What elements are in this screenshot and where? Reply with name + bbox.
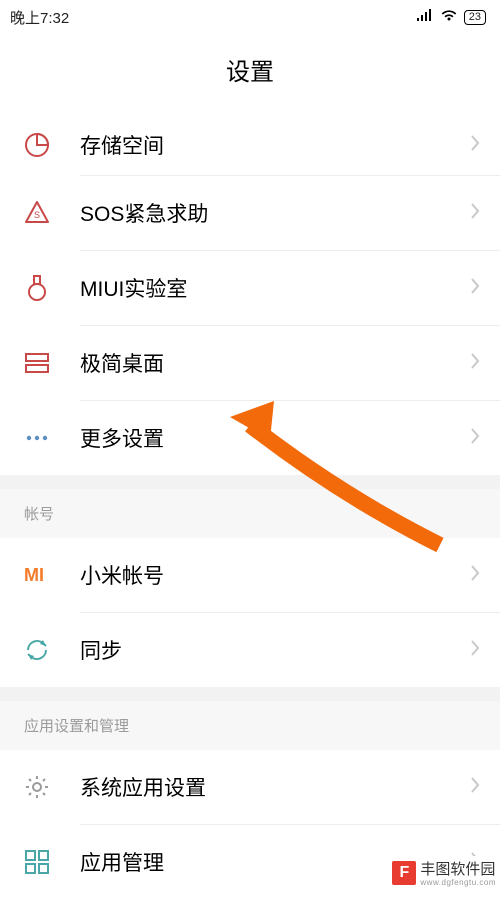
gear-icon [24, 774, 60, 800]
chevron-right-icon [470, 776, 480, 799]
svg-text:MI: MI [24, 565, 44, 585]
chevron-right-icon [470, 134, 480, 157]
section-header-appmgmt: 应用设置和管理 [0, 701, 500, 750]
item-sync[interactable]: 同步 [0, 613, 500, 687]
watermark: F 丰图软件园 www.dgfengtu.com [390, 856, 500, 889]
sos-icon: S [24, 200, 60, 226]
page-title: 设置 [0, 34, 500, 115]
chevron-right-icon [470, 639, 480, 662]
item-label: 存储空间 [60, 130, 470, 160]
simple-desktop-icon [24, 352, 60, 374]
signal-icon [416, 8, 434, 26]
item-label: MIUI实验室 [60, 273, 470, 303]
more-icon [24, 434, 60, 442]
item-label: 小米帐号 [60, 560, 470, 590]
item-storage[interactable]: 存储空间 [0, 115, 500, 175]
status-right: 23 [416, 8, 486, 26]
watermark-text: 丰图软件园 www.dgfengtu.com [420, 858, 496, 887]
item-label: 更多设置 [60, 423, 470, 453]
item-system-app-settings[interactable]: 系统应用设置 [0, 750, 500, 824]
item-more-settings[interactable]: 更多设置 [0, 401, 500, 475]
status-time: 晚上7:32 [10, 7, 69, 28]
section-gap [0, 687, 500, 701]
item-miui-lab[interactable]: MIUI实验室 [0, 251, 500, 325]
mi-logo-icon: MI [24, 565, 60, 585]
watermark-badge: F [392, 861, 416, 885]
chevron-right-icon [470, 202, 480, 225]
item-label: 同步 [60, 635, 470, 665]
sync-icon [24, 637, 60, 663]
status-bar: 晚上7:32 23 [0, 0, 500, 34]
item-mi-account[interactable]: MI 小米帐号 [0, 538, 500, 612]
battery-icon: 23 [464, 10, 486, 25]
item-label: 系统应用设置 [60, 772, 470, 802]
svg-text:S: S [34, 210, 40, 220]
item-simple-desktop[interactable]: 极简桌面 [0, 326, 500, 400]
item-sos[interactable]: S SOS紧急求助 [0, 176, 500, 250]
section-header-account: 帐号 [0, 489, 500, 538]
storage-icon [24, 132, 60, 158]
wifi-icon [440, 8, 458, 26]
settings-list: 存储空间 S SOS紧急求助 MIUI实验室 极简桌面 [0, 115, 500, 899]
item-label: SOS紧急求助 [60, 198, 470, 228]
section-gap [0, 475, 500, 489]
chevron-right-icon [470, 427, 480, 450]
item-label: 极简桌面 [60, 348, 470, 378]
chevron-right-icon [470, 352, 480, 375]
lab-icon [24, 274, 60, 302]
chevron-right-icon [470, 564, 480, 587]
apps-icon [24, 849, 60, 875]
chevron-right-icon [470, 277, 480, 300]
